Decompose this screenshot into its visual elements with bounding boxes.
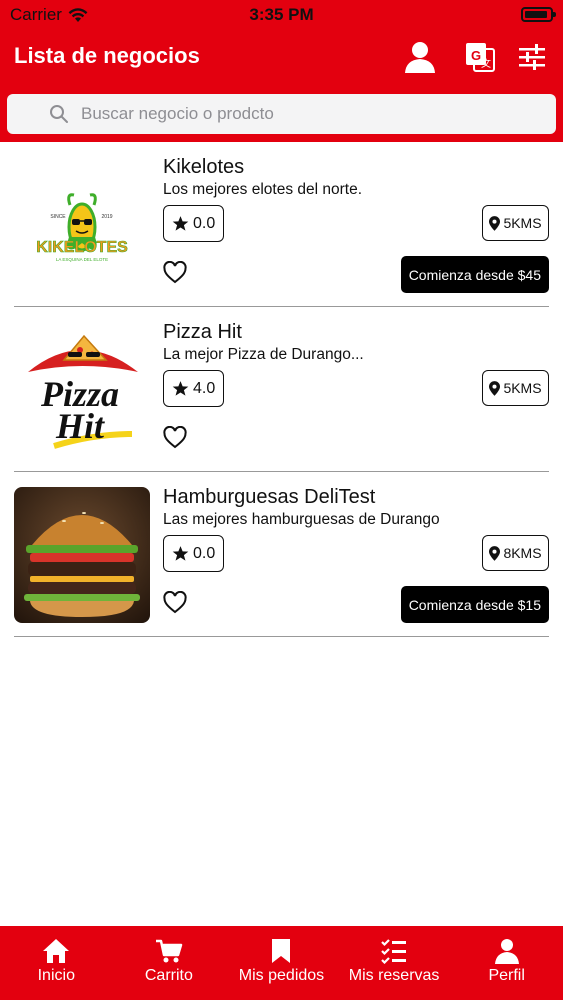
business-name[interactable]: Hamburguesas DeliTest (163, 486, 375, 509)
business-logo-kikelotes[interactable]: SINCE 2019 KIKELOTES LA ESQUINA DEL ELOT… (14, 157, 150, 293)
home-icon (43, 939, 70, 963)
bottom-tab-bar: Inicio Carrito Mis pedidos Mis reservas … (0, 926, 563, 1000)
distance-badge[interactable]: 5KMS (482, 370, 549, 406)
search-icon (49, 104, 69, 124)
star-icon (172, 381, 189, 396)
rating-badge[interactable]: 4.0 (163, 370, 225, 407)
tab-carrito[interactable]: Carrito (113, 926, 226, 1000)
battery-icon (521, 7, 556, 22)
business-photo-burger[interactable] (14, 487, 150, 623)
tab-label: Mis reservas (348, 967, 440, 984)
translate-icon: G 文 (466, 43, 495, 72)
business-name[interactable]: Kikelotes (163, 156, 244, 179)
user-icon (405, 42, 435, 73)
location-pin-icon (489, 215, 501, 231)
business-name[interactable]: Pizza Hit (163, 321, 242, 344)
distance-badge[interactable]: 5KMS (482, 205, 549, 241)
rating-badge[interactable]: 0.0 (163, 205, 225, 242)
rating-value: 4.0 (193, 379, 216, 397)
business-logo-pizza-hit[interactable]: Pizza Hit (14, 322, 150, 458)
distance-value: 5KMS (503, 215, 542, 231)
rating-badge[interactable]: 0.0 (163, 535, 225, 572)
logo-tagline-text: LA ESQUINA DEL ELOTE (56, 257, 108, 262)
cart-icon (155, 939, 183, 963)
star-icon (172, 216, 189, 231)
checklist-icon (381, 939, 407, 964)
starting-price-button[interactable]: Comienza desde $45 (400, 256, 549, 293)
favorite-heart-icon[interactable] (163, 591, 187, 615)
location-pin-icon (489, 545, 501, 561)
page-title: Lista de negocios (14, 43, 200, 68)
filter-button[interactable] (515, 40, 549, 74)
business-card-kikelotes[interactable]: SINCE 2019 KIKELOTES LA ESQUINA DEL ELOT… (14, 142, 549, 307)
business-description: Las mejores hamburguesas de Durango (163, 511, 440, 528)
rating-value: 0.0 (193, 544, 216, 562)
tab-inicio[interactable]: Inicio (0, 926, 113, 1000)
search-bar-container (0, 86, 563, 142)
profile-button[interactable] (403, 40, 437, 74)
tab-label: Mis pedidos (238, 967, 325, 984)
logo-year-text: 2019 (101, 214, 112, 220)
favorite-heart-icon[interactable] (163, 426, 187, 450)
starting-price-button[interactable]: Comienza desde $15 (400, 586, 549, 623)
rating-value: 0.0 (193, 214, 216, 232)
location-pin-icon (489, 380, 501, 396)
business-description: La mejor Pizza de Durango... (163, 346, 364, 363)
app-screen: Carrier 3:35 PM Lista de negocios G 文 Bu… (0, 0, 563, 1000)
search-bar[interactable] (7, 94, 556, 134)
svg-text:文: 文 (481, 57, 491, 70)
favorite-heart-icon[interactable] (163, 261, 187, 285)
tab-label: Perfil (488, 967, 525, 984)
svg-text:G: G (471, 48, 481, 63)
logo-brand-text: KIKELOTES (36, 239, 128, 256)
distance-value: 8KMS (503, 545, 542, 561)
status-time: 3:35 PM (249, 5, 314, 24)
distance-badge[interactable]: 8KMS (482, 535, 549, 571)
tab-label: Carrito (144, 967, 193, 984)
business-list: SINCE 2019 KIKELOTES LA ESQUINA DEL ELOT… (0, 142, 563, 637)
business-card-pizza-hit[interactable]: Pizza Hit Pizza Hit La mejor Pizza de Du… (14, 307, 549, 472)
business-card-hamburguesas-delitest[interactable]: Hamburguesas DeliTest Las mejores hambur… (14, 472, 549, 637)
tab-perfil[interactable]: Perfil (450, 926, 563, 1000)
status-bar: Carrier 3:35 PM (0, 0, 563, 30)
translate-button[interactable]: G 文 (463, 40, 497, 74)
logo-since-text: SINCE (50, 214, 66, 220)
star-icon (172, 546, 189, 561)
distance-value: 5KMS (503, 380, 542, 396)
sliders-icon (519, 44, 545, 70)
person-icon (494, 939, 519, 964)
logo-hit-text: Hit (55, 406, 105, 446)
search-input[interactable] (81, 104, 521, 124)
business-description: Los mejores elotes del norte. (163, 181, 363, 198)
bookmark-icon (272, 939, 291, 963)
navigation-bar: Lista de negocios G 文 (0, 30, 563, 86)
tab-label: Inicio (37, 967, 75, 984)
tab-mis-reservas[interactable]: Mis reservas (338, 926, 451, 1000)
tab-mis-pedidos[interactable]: Mis pedidos (225, 926, 338, 1000)
